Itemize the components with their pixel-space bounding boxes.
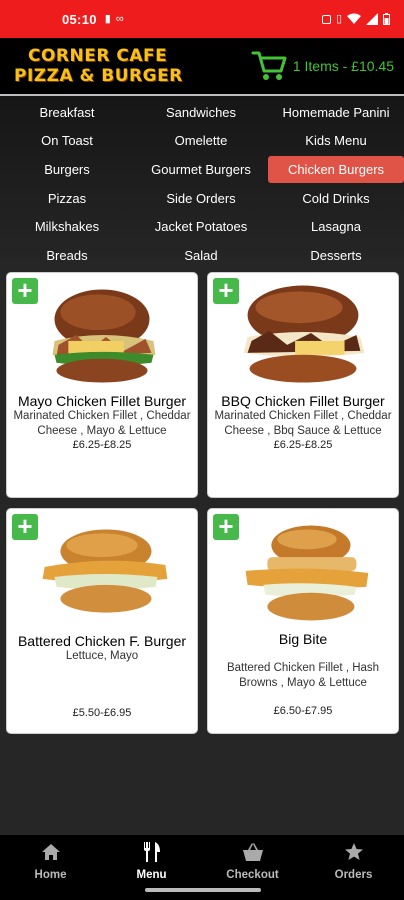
category-breakfast[interactable]: Breakfast xyxy=(0,98,134,127)
sim-icon: ▮ xyxy=(104,12,111,25)
category-chicken-burgers[interactable]: Chicken Burgers xyxy=(268,156,404,183)
product-name: Mayo Chicken Fillet Burger xyxy=(17,393,187,409)
product-name: Big Bite xyxy=(278,631,328,647)
signal-icon xyxy=(366,13,378,25)
category-jacket-potatoes[interactable]: Jacket Potatoes xyxy=(134,212,268,241)
cutlery-icon xyxy=(143,842,160,862)
nav-orders[interactable]: Orders xyxy=(303,835,404,900)
product-description: Battered Chicken Fillet , Hash Browns , … xyxy=(226,662,380,689)
bbq-chicken-burger-image xyxy=(208,279,398,391)
category-sandwiches[interactable]: Sandwiches xyxy=(134,98,268,127)
product-card[interactable]: + Big Bite Battered Chicken Fillet , Has… xyxy=(207,508,399,734)
category-homemade-panini[interactable]: Homemade Panini xyxy=(268,98,404,127)
cart-summary[interactable]: 1 Items - £10.45 xyxy=(251,49,394,83)
category-milkshakes[interactable]: Milkshakes xyxy=(0,212,134,241)
product-name: BBQ Chicken Fillet Burger xyxy=(221,393,385,409)
nav-menu-label: Menu xyxy=(136,869,167,881)
product-description: Lettuce, Mayo xyxy=(65,650,139,662)
content-spacer xyxy=(0,741,404,835)
restaurant-logo[interactable]: CORNER CAFE PIZZA & BURGER xyxy=(14,46,183,86)
status-time: 05:10 xyxy=(62,11,97,27)
nav-checkout-label: Checkout xyxy=(226,869,279,881)
category-omelette[interactable]: Omelette xyxy=(134,127,268,156)
wifi-icon xyxy=(347,13,361,24)
vibrate-icon: ▯ xyxy=(335,12,342,25)
status-bar: 05:10 ▮ ∞ ▯ xyxy=(0,0,404,38)
category-lasagna[interactable]: Lasagna xyxy=(268,212,404,241)
cart-icon xyxy=(251,51,287,80)
category-cold-drinks[interactable]: Cold Drinks xyxy=(268,184,404,213)
link-icon: ∞ xyxy=(115,12,124,25)
cart-text: 1 Items - £10.45 xyxy=(292,58,394,74)
category-gourmet-burgers[interactable]: Gourmet Burgers xyxy=(134,155,268,184)
gesture-bar xyxy=(145,888,261,892)
category-on-toast[interactable]: On Toast xyxy=(0,127,134,156)
nav-home-label: Home xyxy=(34,869,67,881)
product-card[interactable]: + BBQ Chicken Fillet Burger Marinated Ch… xyxy=(207,272,399,498)
star-icon xyxy=(344,843,363,860)
app-header: CORNER CAFE PIZZA & BURGER 1 Items - £10… xyxy=(0,38,404,94)
product-price: £6.50-£7.95 xyxy=(273,705,333,717)
battery-icon xyxy=(383,13,390,25)
product-description: Marinated Chicken Fillet , Cheddar Chees… xyxy=(214,410,392,437)
nav-home[interactable]: Home xyxy=(0,835,101,900)
logo-line-1: CORNER CAFE xyxy=(28,46,168,66)
basket-icon xyxy=(242,843,263,861)
battered-chicken-burger-image xyxy=(7,515,197,627)
product-price: £6.25-£8.25 xyxy=(72,439,132,451)
category-pizzas[interactable]: Pizzas xyxy=(0,184,134,213)
home-icon xyxy=(41,844,60,860)
product-name: Battered Chicken F. Burger xyxy=(17,633,187,649)
category-side-orders[interactable]: Side Orders xyxy=(134,184,268,213)
category-grid: Breakfast Sandwiches Homemade Panini On Toa… xyxy=(0,94,404,266)
big-bite-burger-image xyxy=(208,515,398,627)
product-grid: + Mayo Chicken Fillet Burger Marinated C… xyxy=(0,266,404,741)
category-kids-menu[interactable]: Kids Menu xyxy=(268,127,404,156)
product-card[interactable]: + Mayo Chicken Fillet Burger Marinated C… xyxy=(6,272,198,498)
product-price: £5.50-£6.95 xyxy=(72,707,132,719)
product-price: £6.25-£8.25 xyxy=(273,439,333,451)
product-card[interactable]: + Battered Chicken F. Burger Lettuce, Ma… xyxy=(6,508,198,734)
logo-line-2: PIZZA & BURGER xyxy=(14,66,183,86)
nfc-icon xyxy=(321,14,331,24)
pulled-chicken-burger-image xyxy=(7,279,197,391)
product-description: Marinated Chicken Fillet , Cheddar Chees… xyxy=(13,410,191,437)
category-burgers[interactable]: Burgers xyxy=(0,155,134,184)
nav-orders-label: Orders xyxy=(334,869,373,881)
